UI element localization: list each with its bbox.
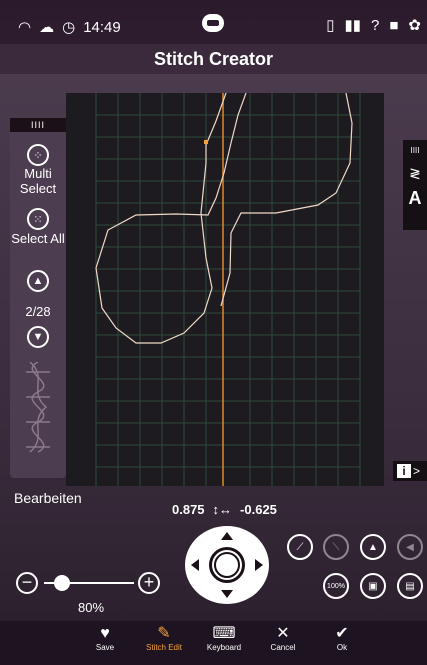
heart-icon: ♥ <box>100 625 110 642</box>
copy-button[interactable]: ▣ <box>360 573 386 599</box>
zigzag-icon: ≷ <box>409 165 421 181</box>
info-button[interactable]: i > <box>393 461 427 481</box>
dpad-center-button[interactable] <box>209 547 245 583</box>
selected-stitch-point[interactable] <box>204 140 208 144</box>
check-icon: ✔ <box>335 625 349 642</box>
cancel-button[interactable]: ✕ Cancel <box>255 625 311 652</box>
left-panel: IIII ⁘ Multi Select ⁙ Select All ▲ 2/28 … <box>10 118 66 478</box>
grid-lines <box>95 93 361 486</box>
mirror-button[interactable]: ▲ <box>360 534 386 560</box>
paste-button[interactable]: ▤ <box>397 573 423 599</box>
page-indicator: 2/28 <box>25 304 51 319</box>
delete-stitch-button[interactable]: ⟍ <box>323 534 349 560</box>
multi-select-button[interactable]: Multi Select <box>10 166 66 196</box>
select-all-button[interactable]: Select All <box>10 231 66 246</box>
multi-select-icon[interactable]: ⁘ <box>27 144 49 166</box>
keyboard-icon: ⌨ <box>212 625 236 642</box>
book-icon[interactable]: ▮▮ <box>345 16 362 34</box>
stitch-path-right[interactable] <box>220 93 353 307</box>
save-label: Save <box>95 643 115 652</box>
save-button[interactable]: ♥ Save <box>77 625 133 652</box>
status-bar: ◠ ☁ ◷ 14:49 ▯ ▮▮ ? ■ ✿ <box>0 0 427 44</box>
edit-label: Bearbeiten <box>14 490 82 506</box>
page-down-button[interactable]: ▼ <box>27 326 49 348</box>
arrow-down-button[interactable] <box>221 590 233 598</box>
stitch-edit-button[interactable]: ✎ Stitch Edit <box>136 625 192 652</box>
zoom-control: − + 80% <box>16 572 166 615</box>
title-bar: Stitch Creator <box>0 44 427 74</box>
keyboard-label: Keyboard <box>206 643 242 652</box>
right-panel-handle: IIII <box>410 146 420 155</box>
stitch-preview-icon <box>26 362 50 453</box>
font-letter: A <box>408 188 422 208</box>
close-icon: ✕ <box>276 625 290 642</box>
page-up-button[interactable]: ▲ <box>27 270 49 292</box>
usb-icon[interactable]: ▯ <box>326 16 334 34</box>
chevron-right-icon: > <box>413 464 421 478</box>
right-panel-tab[interactable]: IIII ≷ A <box>403 140 427 230</box>
zoom-100-button[interactable]: 100% <box>323 573 349 599</box>
zoom-out-button[interactable]: − <box>16 572 38 594</box>
coordinates-readout: 0.875 ↕↔ -0.625 <box>172 502 277 517</box>
cancel-label: Cancel <box>270 643 296 652</box>
zoom-slider-knob[interactable] <box>54 575 70 591</box>
move-arrows-icon: ↕↔ <box>212 502 233 517</box>
select-all-icon[interactable]: ⁙ <box>27 208 49 230</box>
ok-button[interactable]: ✔ Ok <box>314 625 370 652</box>
help-icon[interactable]: ? <box>371 17 379 34</box>
zoom-in-button[interactable]: + <box>138 572 160 594</box>
cloud-icon: ☁ <box>39 19 55 36</box>
clock-icon: ◷ <box>62 19 76 36</box>
stitch-edit-label: Stitch Edit <box>145 643 182 652</box>
keyboard-button[interactable]: ⌨ Keyboard <box>196 625 252 652</box>
settings-icon[interactable]: ■ <box>389 17 398 34</box>
zoom-percent: 80% <box>78 600 105 615</box>
panel-handle[interactable]: IIII <box>10 118 66 132</box>
insert-stitch-button[interactable]: ⟋ <box>287 534 313 560</box>
stitch-edit-icon: ✎ <box>157 625 171 642</box>
stitch-grid[interactable] <box>66 93 384 486</box>
coord-y: -0.625 <box>240 502 277 517</box>
arrow-up-button[interactable] <box>221 532 233 540</box>
coord-x: 0.875 <box>172 502 205 517</box>
gear-icon[interactable]: ✿ <box>408 16 421 34</box>
status-time: 14:49 <box>83 18 121 36</box>
bottom-nav: ♥ Save ✎ Stitch Edit ⌨ Keyboard ✕ Cancel… <box>0 621 427 665</box>
ok-label: Ok <box>336 643 348 652</box>
page-title: Stitch Creator <box>153 49 274 69</box>
triple-stitch-button[interactable]: ◀ <box>397 534 423 560</box>
wifi-icon: ◠ <box>18 19 32 36</box>
info-icon: i <box>397 464 411 478</box>
sewing-machine-icon[interactable] <box>202 14 224 32</box>
arrow-right-button[interactable] <box>255 559 263 571</box>
stitch-canvas[interactable] <box>66 93 384 486</box>
direction-pad[interactable] <box>185 526 269 604</box>
arrow-left-button[interactable] <box>191 559 199 571</box>
